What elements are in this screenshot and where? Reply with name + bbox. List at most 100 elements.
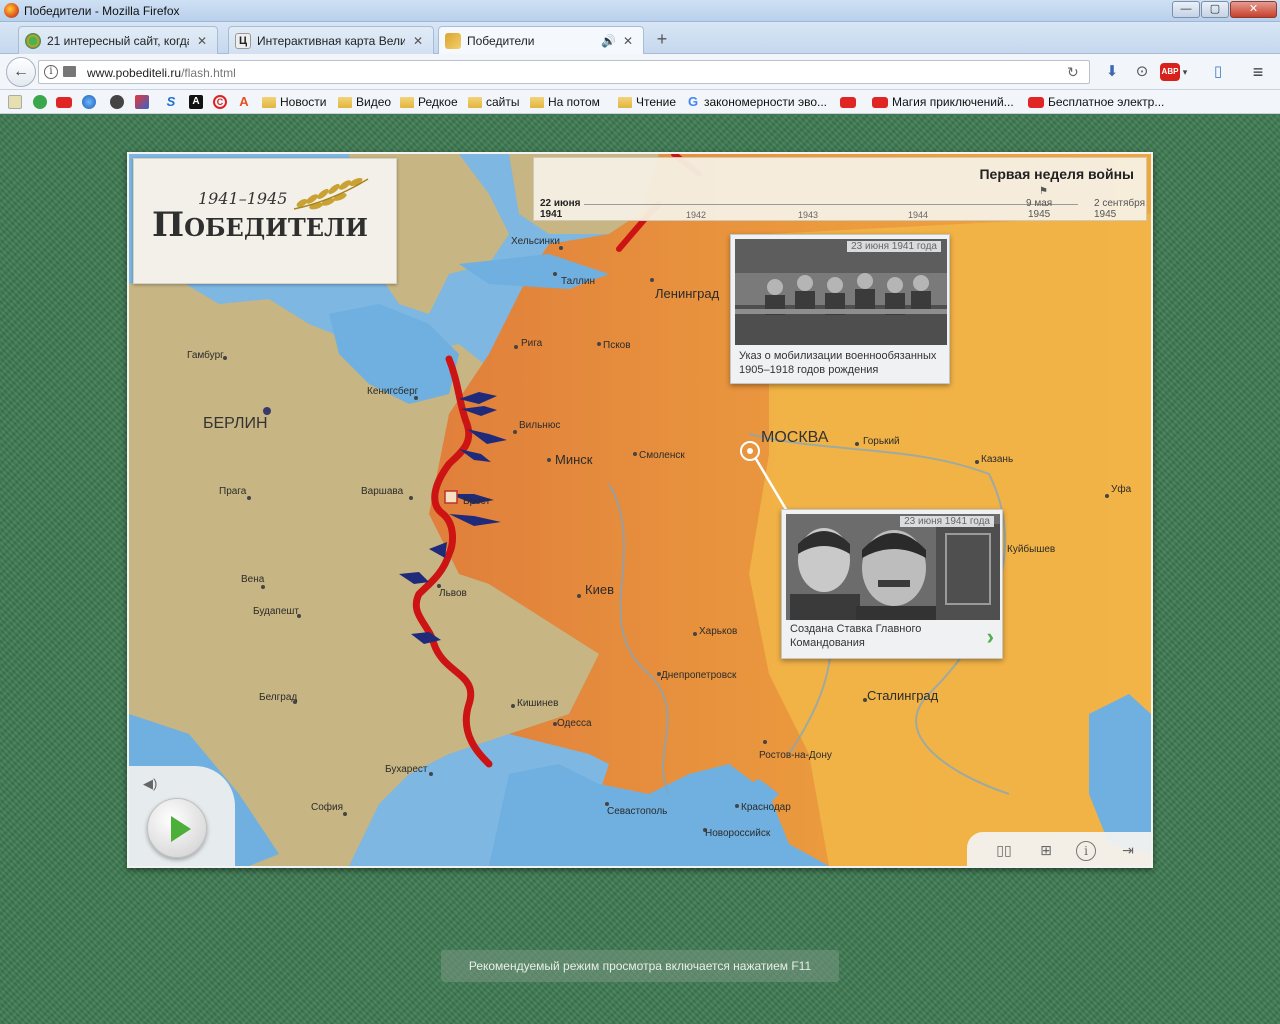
a-letter-icon: A [189,95,203,109]
bookmark-folder-rare[interactable]: Редкое [400,94,458,110]
city-label-kharkov: Харьков [699,626,737,637]
book-icon[interactable]: ▯▯ [993,840,1015,860]
city-dot-gorky [855,442,859,446]
event-card-stavka[interactable]: 23 июня 1941 года Создана Ставка Главног… [781,509,1003,659]
city-label-odessa: Одесса [557,718,592,729]
city-label-moscow: МОСКВА [761,429,829,446]
pocket-icon[interactable]: ⊙ [1132,62,1152,82]
site-logo[interactable]: 1941–1945 Победители [133,158,397,284]
city-dot-smolensk [633,452,637,456]
city-label-dnepropetrovsk: Днепропетровск [661,670,737,681]
bookmark-youtube-2[interactable] [840,94,856,110]
tab-pobediteli[interactable]: Победители 🔊 ✕ [438,26,644,54]
timeline-year-1942[interactable]: 1942 [686,210,706,220]
window-title: Победители - Mozilla Firefox [24,4,180,18]
bookmark-circle-green[interactable] [33,94,47,110]
reload-icon[interactable]: ↻ [1067,64,1083,80]
bookmark-label: сайты [486,95,520,109]
city-label-belgrade: Белград [259,692,297,703]
timeline-final-label[interactable]: 2 сентября 1945 [1094,198,1145,220]
tab-sound-icon[interactable]: 🔊 [601,34,616,48]
city-label-lvov: Львов [439,588,467,599]
logo-title: Победители [152,205,368,245]
timeline-slider[interactable] [584,204,1078,210]
bookmark-s[interactable]: S [164,94,178,110]
hamburger-menu-icon[interactable]: ≡ [1248,62,1268,82]
timeline-period-title: Первая неделя войны [979,166,1134,182]
tab-close-icon[interactable]: ✕ [195,34,209,48]
firefox-icon [4,3,19,18]
youtube-icon [56,96,72,108]
exit-icon[interactable]: ⇥ [1117,840,1139,860]
play-button[interactable] [147,798,207,858]
back-button[interactable]: ← [6,57,36,87]
bookmark-label: На потом [548,95,600,109]
maximize-button[interactable]: ▢ [1201,1,1229,18]
city-label-berlin: БЕРЛИН [203,415,268,432]
city-label-kishinev: Кишинев [517,698,558,709]
download-icon[interactable]: ⬇ [1102,62,1122,82]
city-label-krasnodar: Краснодар [741,802,791,813]
bookmark-icon[interactable]: ⊞ [1035,840,1057,860]
bookmarks-toolbar: S A C A Новости Видео Редкое сайты На по… [0,90,1280,114]
city-dot-bucharest [429,772,433,776]
brest-fortress-icon[interactable] [444,490,458,504]
chevron-down-icon[interactable]: ▾ [1180,62,1190,82]
timeline-year-1944[interactable]: 1944 [908,210,928,220]
city-dot-vilnius [513,430,517,434]
city-label-gorky: Горький [863,436,900,447]
tab-close-icon[interactable]: ✕ [411,34,425,48]
city-dot-krasnodar [735,804,739,808]
laurel-favicon-icon [445,32,461,49]
tab-close-icon[interactable]: ✕ [621,34,635,48]
youtube-icon [840,96,856,108]
bookmark-folder-reading[interactable]: Чтение [618,94,676,110]
bookmark-folder-video[interactable]: Видео [338,94,391,110]
timeline-victory-label[interactable]: 9 мая 1945 [1026,198,1052,220]
bookmark-label: Новости [280,95,327,109]
bookmark-folder-sites[interactable]: сайты [468,94,520,110]
city-label-rostov: Ростов-на-Дону [759,750,832,761]
bookmark-a-red[interactable]: A [237,94,251,110]
minimize-button[interactable]: — [1172,1,1200,18]
tab-interesting-sites[interactable]: 21 интересный сайт, когда н ✕ [18,26,218,54]
adblock-icon[interactable]: ABP [1160,63,1180,81]
bookmark-dark-circle[interactable] [110,94,124,110]
site-info-icon[interactable]: i [44,65,58,79]
bookmark-folder-news[interactable]: Новости [262,94,326,110]
timeline-year-1943[interactable]: 1943 [798,210,818,220]
event-card-mobilization[interactable]: 23 июня 1941 года Указ о мобилизации вое… [730,234,950,384]
tab-interactive-map[interactable]: Ц Интерактивная карта Велик ✕ [228,26,434,54]
event-photo [735,239,947,345]
url-bar[interactable]: i www.pobediteli.ru/flash.html ↻ [38,60,1090,84]
bookmark-adventure-magic[interactable]: Магия приключений... [872,94,1014,110]
page-background: БЕРЛИН МОСКВА Минск Киев Ленинград Стали… [0,115,1280,1024]
city-dot-kazan [975,460,979,464]
bookmark-youtube[interactable] [56,94,72,110]
bookmark-notepad[interactable] [8,94,22,110]
timeline-panel[interactable]: Первая неделя войны 22 июня 1941 1942 194… [533,157,1147,221]
event-caption-line-2: Командования [790,637,865,649]
city-dot-minsk [547,458,551,462]
bookmark-a-black[interactable]: A [189,94,203,110]
bookmark-free-electronic[interactable]: Бесплатное электр... [1028,94,1164,110]
city-label-budapest: Будапешт [253,606,299,617]
timeline-start-year: 1941 [540,209,563,220]
chevron-right-icon[interactable]: › [987,624,994,650]
info-icon[interactable]: i [1076,841,1096,861]
bookmark-globe[interactable] [82,94,96,110]
flash-app: БЕРЛИН МОСКВА Минск Киев Ленинград Стали… [127,152,1153,868]
sidebar-icon[interactable]: ▯ [1208,62,1228,82]
bookmark-c[interactable]: C [213,94,227,110]
timeline-start-label[interactable]: 22 июня 1941 [540,198,580,220]
close-window-button[interactable]: ✕ [1230,1,1277,18]
folder-icon [338,96,352,108]
bookmark-star[interactable] [135,94,149,110]
url-text[interactable]: www.pobediteli.ru/flash.html [87,66,236,80]
bookmark-evolution[interactable]: Gзакономерности эво... [686,94,827,110]
new-tab-button[interactable]: + [652,30,672,50]
fullscreen-hint: Рекомендуемый режим просмотра включается… [441,950,839,982]
bookmark-folder-later[interactable]: На потом [530,94,600,110]
speaker-icon[interactable]: ◀) [143,776,157,792]
folder-icon [400,96,414,108]
